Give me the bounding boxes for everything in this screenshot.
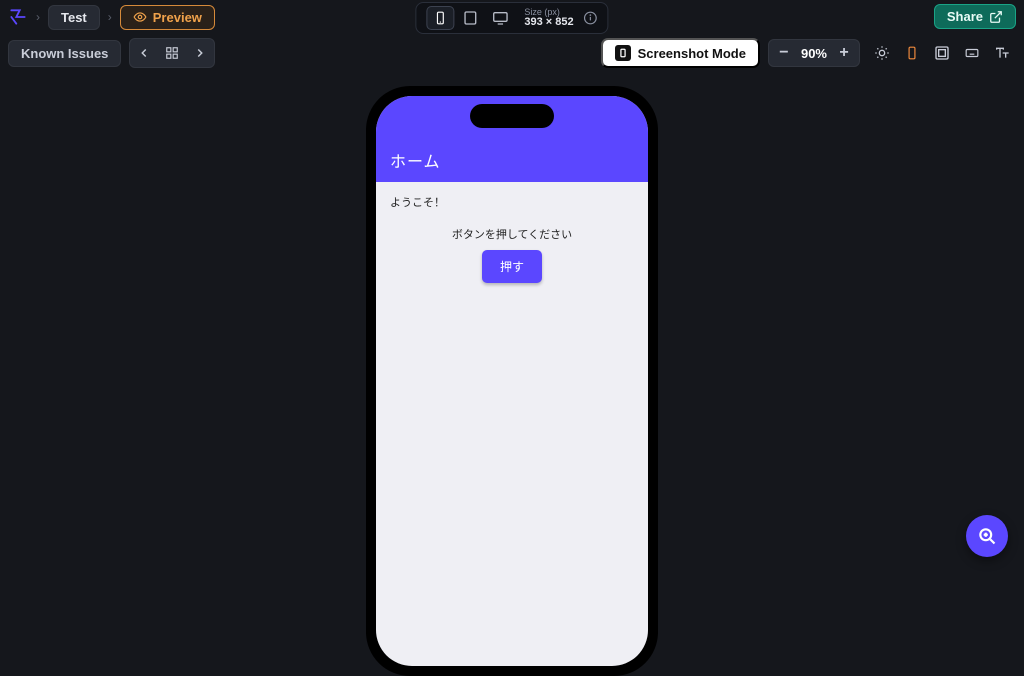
screenshot-mode-button[interactable]: Screenshot Mode	[601, 38, 760, 68]
search-fab[interactable]	[966, 515, 1008, 557]
share-label: Share	[947, 9, 983, 24]
device-selector	[426, 6, 514, 30]
text-size-icon	[994, 45, 1010, 61]
app-header-title: ホーム	[390, 148, 441, 172]
phone-screen: ホーム ようこそ！ ボタンを押してください 押す	[376, 96, 648, 666]
phone-frame: ホーム ようこそ！ ボタンを押してください 押す	[366, 86, 658, 676]
device-tablet-button[interactable]	[456, 6, 484, 30]
center-block: ボタンを押してください 押す	[390, 226, 634, 283]
preview-label: Preview	[153, 10, 202, 25]
eye-icon	[133, 10, 147, 24]
chevron-left-icon	[137, 46, 151, 60]
app-logo-icon[interactable]	[8, 7, 28, 27]
device-desktop-button[interactable]	[486, 6, 514, 30]
keyboard-toggle[interactable]	[958, 39, 986, 67]
grid-icon	[165, 46, 179, 60]
viewport-size: Size (px) 393 × 852	[524, 8, 573, 29]
tool-bar: Known Issues Screenshot Mode − 90% +	[0, 34, 1024, 72]
external-link-icon	[989, 10, 1003, 24]
size-value: 393 × 852	[524, 17, 573, 29]
theme-toggle-button[interactable]	[868, 39, 896, 67]
known-issues-button[interactable]: Known Issues	[8, 40, 121, 67]
appearance-tool-icons	[868, 39, 1016, 67]
screenshot-mode-label: Screenshot Mode	[638, 46, 746, 61]
layout-icon	[934, 45, 950, 61]
screenshot-icon	[615, 45, 631, 61]
chevron-right-icon	[193, 46, 207, 60]
device-frame-toggle[interactable]	[898, 39, 926, 67]
zoom-control: − 90% +	[768, 39, 860, 67]
desktop-icon	[491, 10, 509, 26]
press-button[interactable]: 押す	[482, 250, 542, 283]
pages-grid-button[interactable]	[158, 39, 186, 67]
keyboard-icon	[963, 46, 981, 60]
safe-area-toggle[interactable]	[928, 39, 956, 67]
dynamic-island	[470, 104, 554, 128]
search-zoom-icon	[977, 526, 997, 546]
device-phone-button[interactable]	[426, 6, 454, 30]
device-size-cluster: Size (px) 393 × 852	[415, 2, 608, 34]
preview-canvas: ホーム ようこそ！ ボタンを押してください 押す	[0, 72, 1024, 573]
zoom-out-button[interactable]: −	[773, 42, 795, 64]
app-body: ようこそ！ ボタンを押してください 押す	[376, 182, 648, 295]
chevron-right-icon: ›	[34, 10, 42, 24]
right-tool-cluster: Screenshot Mode − 90% +	[601, 38, 1016, 68]
instruction-text: ボタンを押してください	[390, 226, 634, 242]
preview-button[interactable]: Preview	[120, 5, 215, 30]
text-size-toggle[interactable]	[988, 39, 1016, 67]
sun-icon	[874, 45, 890, 61]
breadcrumb-project[interactable]: Test	[48, 5, 100, 30]
top-bar: › Test › Preview Size (px) 393 × 852	[0, 0, 1024, 34]
zoom-value: 90%	[799, 46, 829, 61]
phone-outline-icon	[905, 44, 919, 62]
share-button[interactable]: Share	[934, 4, 1016, 29]
phone-icon	[433, 9, 447, 27]
tablet-icon	[462, 9, 478, 27]
breadcrumb: › Test › Preview	[8, 5, 215, 30]
chevron-right-icon: ›	[106, 10, 114, 24]
nav-forward-button[interactable]	[186, 39, 214, 67]
zoom-in-button[interactable]: +	[833, 42, 855, 64]
info-icon[interactable]	[584, 11, 598, 25]
welcome-text: ようこそ！	[390, 194, 634, 210]
nav-back-button[interactable]	[130, 39, 158, 67]
page-nav-group	[129, 38, 215, 68]
